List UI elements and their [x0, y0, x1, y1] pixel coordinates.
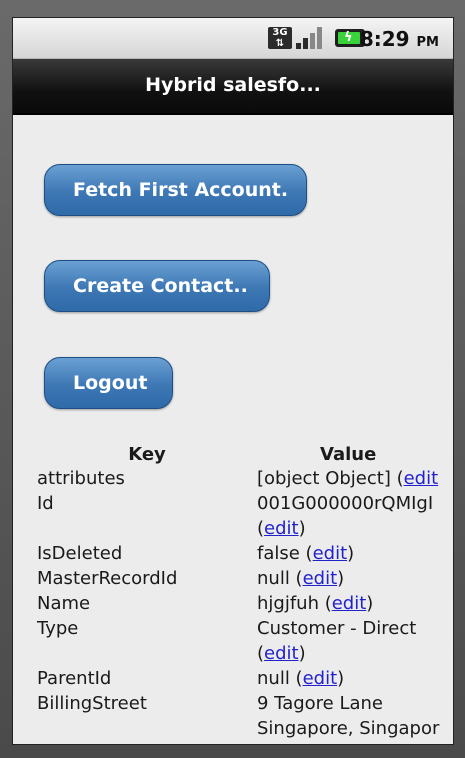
- column-header-value: Value: [320, 443, 377, 465]
- field-value: null (edit): [257, 568, 345, 589]
- edit-link[interactable]: edit: [404, 468, 439, 489]
- edit-link[interactable]: edit: [303, 568, 338, 589]
- edit-link[interactable]: edit: [264, 518, 299, 539]
- edit-link[interactable]: edit: [303, 668, 338, 689]
- field-key: Name: [37, 593, 91, 614]
- app-title: Hybrid salesfo...: [145, 74, 321, 96]
- field-value: 9 Tagore Lane Singapore, Singapor: [257, 693, 440, 739]
- field-key: BillingStreet: [37, 693, 147, 714]
- status-bar: 3G ⇅ ϟ 8:29 PM: [13, 18, 453, 59]
- field-value: null (edit): [257, 668, 345, 689]
- create-contact-button[interactable]: Create Contact..: [44, 260, 270, 312]
- table-header-row: Key Value: [37, 442, 439, 466]
- app-title-bar: Hybrid salesfo...: [13, 59, 453, 115]
- account-fields-table: Key Value attributes [object Object] (edi…: [37, 442, 439, 741]
- device-frame: 3G ⇅ ϟ 8:29 PM Hybrid salesfo... Fetch Fi…: [0, 0, 465, 758]
- field-key: attributes: [37, 468, 125, 489]
- field-value: 001G000000rQMIgI (edit): [257, 493, 434, 539]
- table-row: Id 001G000000rQMIgI (edit): [37, 491, 439, 541]
- table-row: BillingStreet 9 Tagore Lane Singapore, Sin…: [37, 691, 439, 741]
- fetch-first-account-button[interactable]: Fetch First Account.: [44, 164, 307, 216]
- field-key: MasterRecordId: [37, 568, 178, 589]
- edit-link[interactable]: edit: [264, 643, 299, 664]
- column-header-key: Key: [128, 443, 166, 465]
- status-clock: 8:29 PM: [359, 27, 439, 51]
- field-key: IsDeleted: [37, 543, 123, 564]
- table-row: Name hjgjfuh (edit): [37, 591, 439, 616]
- field-key: ParentId: [37, 668, 112, 689]
- table-row: MasterRecordId null (edit): [37, 566, 439, 591]
- edit-link[interactable]: edit: [332, 593, 367, 614]
- table-row: IsDeleted false (edit): [37, 541, 439, 566]
- field-value: [object Object] (edit: [257, 468, 439, 489]
- field-value: Customer - Direct (edit): [257, 618, 417, 664]
- 3g-icon: 3G ⇅: [268, 27, 292, 49]
- logout-button[interactable]: Logout: [44, 357, 173, 409]
- field-value: hjgjfuh (edit): [257, 593, 374, 614]
- edit-link[interactable]: edit: [313, 543, 348, 564]
- table-row: Type Customer - Direct (edit): [37, 616, 439, 666]
- table-row: ParentId null (edit): [37, 666, 439, 691]
- field-key: Type: [37, 618, 79, 639]
- field-key: Id: [37, 493, 54, 514]
- field-value: false (edit): [257, 543, 355, 564]
- phone-screen: 3G ⇅ ϟ 8:29 PM Hybrid salesfo... Fetch Fi…: [13, 18, 453, 744]
- table-row: attributes [object Object] (edit: [37, 466, 439, 491]
- signal-strength-icon: [296, 27, 324, 49]
